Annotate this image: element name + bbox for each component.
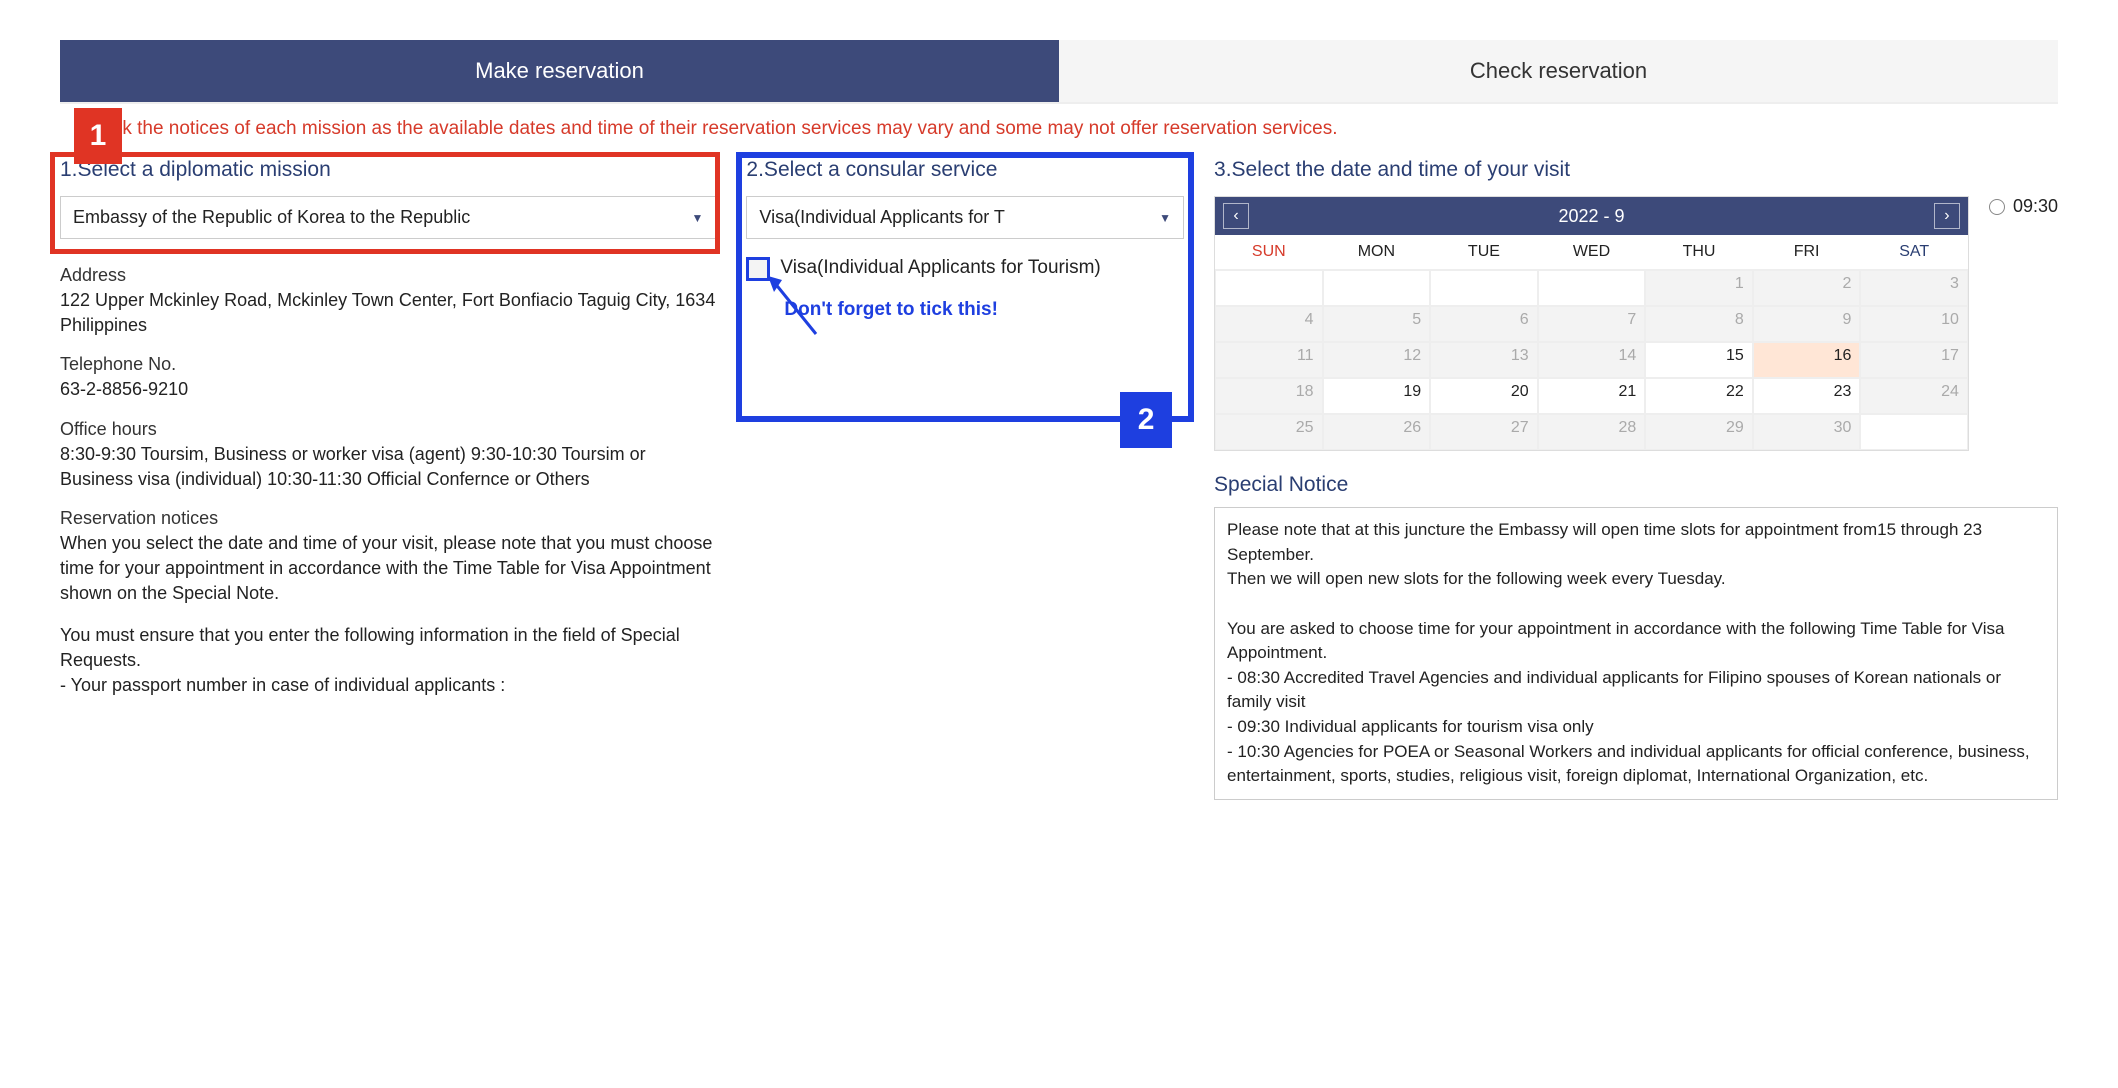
service-dropdown[interactable]: Visa(Individual Applicants for T ▼ <box>746 196 1184 239</box>
calendar-day: 17 <box>1860 342 1968 378</box>
resv-text-1: When you select the date and time of you… <box>60 531 716 607</box>
annotation-highlight-2 <box>736 152 1194 422</box>
annotation-badge-1: 1 <box>74 108 122 164</box>
address-text: 122 Upper Mckinley Road, Mckinley Town C… <box>60 288 716 338</box>
service-option-label: Visa(Individual Applicants for Tourism) <box>780 255 1100 281</box>
calendar-dow: WED <box>1538 235 1646 270</box>
step1-title: 1.Select a diplomatic mission <box>60 158 716 182</box>
calendar-day: 25 <box>1215 414 1323 450</box>
calendar-day[interactable]: 20 <box>1430 378 1538 414</box>
tel-text: 63-2-8856-9210 <box>60 377 716 402</box>
resv-label: Reservation notices <box>60 508 716 529</box>
tick-note: Don't forget to tick this! <box>784 299 1184 321</box>
mission-dropdown[interactable]: Embassy of the Republic of Korea to the … <box>60 196 716 239</box>
calendar-day: 6 <box>1430 306 1538 342</box>
calendar-day[interactable]: 15 <box>1645 342 1753 378</box>
top-notice: ***check the notices of each mission as … <box>60 118 2058 140</box>
annotation-badge-2: 2 <box>1120 392 1172 448</box>
calendar-day: 9 <box>1753 306 1861 342</box>
tab-check-reservation[interactable]: Check reservation <box>1059 40 2058 102</box>
calendar-day: 28 <box>1538 414 1646 450</box>
calendar-day: 1 <box>1645 270 1753 306</box>
calendar-day: 30 <box>1753 414 1861 450</box>
calendar-day: 12 <box>1323 342 1431 378</box>
calendar-prev-button[interactable]: ‹ <box>1223 203 1249 229</box>
calendar-day <box>1538 270 1646 306</box>
calendar-day: 7 <box>1538 306 1646 342</box>
caret-down-icon: ▼ <box>1159 211 1171 225</box>
step2-title: 2.Select a consular service <box>746 158 1184 182</box>
calendar-dow: FRI <box>1753 235 1861 270</box>
special-notice-title: Special Notice <box>1214 473 2058 497</box>
calendar-day: 18 <box>1215 378 1323 414</box>
calendar-day: 13 <box>1430 342 1538 378</box>
calendar-dow: TUE <box>1430 235 1538 270</box>
address-label: Address <box>60 265 716 286</box>
mission-selected: Embassy of the Republic of Korea to the … <box>73 207 470 228</box>
calendar-day <box>1430 270 1538 306</box>
special-notice-body: Please note that at this juncture the Em… <box>1214 507 2058 800</box>
calendar-day: 4 <box>1215 306 1323 342</box>
calendar-day: 26 <box>1323 414 1431 450</box>
calendar-day: 14 <box>1538 342 1646 378</box>
hours-label: Office hours <box>60 419 716 440</box>
calendar-day: 24 <box>1860 378 1968 414</box>
time-option-label: 09:30 <box>2013 196 2058 217</box>
calendar-day: 11 <box>1215 342 1323 378</box>
calendar-day: 8 <box>1645 306 1753 342</box>
calendar-day: 2 <box>1753 270 1861 306</box>
calendar-day <box>1860 414 1968 450</box>
calendar-day[interactable]: 16 <box>1753 342 1861 378</box>
radio-icon <box>1989 199 2005 215</box>
calendar-day[interactable]: 23 <box>1753 378 1861 414</box>
calendar-day: 27 <box>1430 414 1538 450</box>
caret-down-icon: ▼ <box>692 211 704 225</box>
calendar-day <box>1215 270 1323 306</box>
tab-bar: Make reservation Check reservation <box>60 40 2058 104</box>
calendar-day[interactable]: 19 <box>1323 378 1431 414</box>
resv-text-2: You must ensure that you enter the follo… <box>60 623 716 699</box>
calendar-dow: MON <box>1323 235 1431 270</box>
calendar-next-button[interactable]: › <box>1934 203 1960 229</box>
calendar-day <box>1323 270 1431 306</box>
time-option[interactable]: 09:30 <box>1989 196 2058 217</box>
calendar-day: 10 <box>1860 306 1968 342</box>
calendar-day: 29 <box>1645 414 1753 450</box>
calendar-dow: SUN <box>1215 235 1323 270</box>
calendar-day[interactable]: 21 <box>1538 378 1646 414</box>
calendar-month: 2022 - 9 <box>1249 206 1934 227</box>
step3-title: 3.Select the date and time of your visit <box>1214 158 2058 182</box>
calendar-dow: THU <box>1645 235 1753 270</box>
calendar-day: 3 <box>1860 270 1968 306</box>
hours-text: 8:30-9:30 Toursim, Business or worker vi… <box>60 442 716 492</box>
calendar-header: ‹ 2022 - 9 › <box>1215 197 1968 235</box>
service-checkbox[interactable] <box>746 257 770 281</box>
tab-make-reservation[interactable]: Make reservation <box>60 40 1059 102</box>
service-selected: Visa(Individual Applicants for T <box>759 207 1004 228</box>
calendar-dow: SAT <box>1860 235 1968 270</box>
tel-label: Telephone No. <box>60 354 716 375</box>
calendar-day[interactable]: 22 <box>1645 378 1753 414</box>
calendar-day: 5 <box>1323 306 1431 342</box>
